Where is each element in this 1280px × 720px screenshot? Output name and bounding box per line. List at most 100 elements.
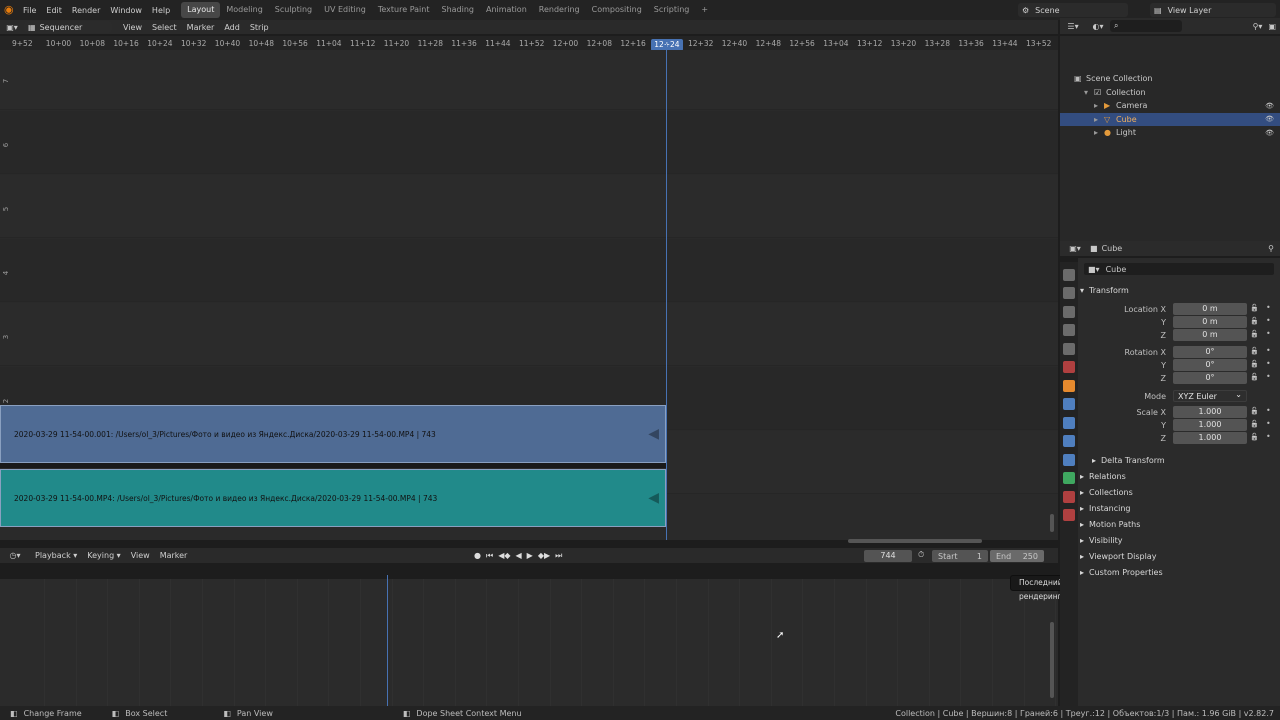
rotation-x-field[interactable]: 0°	[1173, 346, 1247, 358]
jump-start-icon[interactable]: ⏮	[486, 551, 493, 561]
sequencer-channel[interactable]: 4	[0, 239, 1058, 302]
tab-sculpting[interactable]: Sculpting	[269, 2, 318, 18]
sequencer-channel[interactable]: 6	[0, 111, 1058, 174]
keyframe-dot-icon[interactable]: •	[1266, 419, 1271, 428]
scale-y-field[interactable]: 1.000	[1173, 419, 1247, 432]
output-tab-icon[interactable]	[1063, 305, 1075, 318]
tab-layout[interactable]: Layout	[181, 2, 221, 18]
sequencer-menu-add[interactable]: Add	[219, 23, 245, 32]
pin-icon[interactable]: ⚲	[1268, 244, 1280, 253]
sequencer-vertical-scrollbar[interactable]	[1050, 514, 1054, 532]
panel-visibility[interactable]: ▸ Visibility	[1080, 533, 1123, 547]
timeline-menu-view[interactable]: View	[126, 551, 155, 560]
outliner-item-scene-collection[interactable]: ▣ Scene Collection	[1060, 72, 1280, 85]
eye-icon[interactable]: 👁	[1265, 129, 1280, 137]
properties-editor-icon[interactable]: ▣▾	[1060, 244, 1090, 253]
panel-instancing[interactable]: ▸ Instancing	[1080, 501, 1131, 515]
keyframe-dot-icon[interactable]: •	[1266, 303, 1271, 312]
location-x-field[interactable]: 0 m	[1173, 303, 1247, 315]
scale-z-field[interactable]: 1.000	[1173, 432, 1247, 445]
record-icon[interactable]: ●	[474, 551, 481, 560]
timeline-editor-type-icon[interactable]: ◷▾	[0, 551, 30, 560]
tab-uv-editing[interactable]: UV Editing	[318, 2, 372, 18]
keyframe-dot-icon[interactable]: •	[1266, 316, 1271, 325]
timeline-menu-marker[interactable]: Marker	[155, 551, 193, 560]
sequencer-strip-area[interactable]: 76543212020-03-29 11-54-00.001: /Users/o…	[0, 50, 1058, 540]
display-mode-icon[interactable]: ◐▾	[1086, 22, 1110, 31]
filter-icon[interactable]: ⚲▾	[1253, 22, 1269, 31]
menu-edit[interactable]: Edit	[41, 6, 67, 15]
strip-handle-icon[interactable]: ◀	[648, 490, 659, 506]
sequencer-strip[interactable]: 2020-03-29 11-54-00.MP4: /Users/ol_3/Pic…	[0, 469, 666, 527]
panel-motion-paths[interactable]: ▸ Motion Paths	[1080, 517, 1140, 531]
keyframe-dot-icon[interactable]: •	[1266, 432, 1271, 441]
particles-tab-icon[interactable]	[1063, 416, 1075, 429]
keyframe-dot-icon[interactable]: •	[1266, 346, 1271, 355]
sequencer-channel[interactable]: 5	[0, 175, 1058, 238]
lock-icon[interactable]: 🔓	[1250, 360, 1259, 368]
menu-window[interactable]: Window	[105, 6, 147, 15]
tab-scripting[interactable]: Scripting	[648, 2, 696, 18]
play-reverse-icon[interactable]: ◀	[516, 551, 522, 560]
panel-collections[interactable]: ▸ Collections	[1080, 485, 1133, 499]
keyframe-dot-icon[interactable]: •	[1266, 329, 1271, 338]
disclosure-triangle-icon[interactable]: ▸	[1094, 115, 1104, 124]
lock-icon[interactable]: 🔓	[1250, 433, 1259, 441]
lock-icon[interactable]: 🔓	[1250, 317, 1259, 325]
location-y-field[interactable]: 0 m	[1173, 316, 1247, 329]
disclosure-triangle-icon[interactable]: ▸	[1094, 101, 1104, 110]
menu-help[interactable]: Help	[147, 6, 175, 15]
jump-keyframe-back-icon[interactable]: ◀◆	[498, 551, 510, 560]
object-tab-icon[interactable]	[1063, 379, 1075, 392]
outliner-item-light[interactable]: ▸ ● Light 👁	[1060, 126, 1280, 139]
editor-type-icon[interactable]: ▣▾	[0, 23, 24, 32]
lock-icon[interactable]: 🔓	[1250, 304, 1259, 312]
view-layer-tab-icon[interactable]	[1063, 324, 1075, 336]
material-tab-icon[interactable]	[1063, 490, 1075, 503]
world-tab-icon[interactable]	[1063, 361, 1075, 373]
scene-tab-icon[interactable]	[1063, 342, 1075, 355]
rotation-y-field[interactable]: 0°	[1173, 359, 1247, 372]
sequencer-strip[interactable]: 2020-03-29 11-54-00.001: /Users/ol_3/Pic…	[0, 405, 666, 463]
scale-x-field[interactable]: 1.000	[1173, 406, 1247, 418]
menu-file[interactable]: File	[18, 6, 41, 15]
data-tab-icon[interactable]	[1063, 472, 1075, 484]
tab-modeling[interactable]: Modeling	[220, 2, 268, 18]
timeline-menu-keying[interactable]: Keying ▾	[82, 551, 125, 560]
sequencer-mode-dropdown[interactable]: ▦ Sequencer	[24, 21, 112, 33]
render-tab-icon[interactable]	[1063, 287, 1075, 299]
current-frame-field[interactable]: 744	[864, 550, 912, 562]
stopwatch-icon[interactable]: ⏱	[918, 550, 924, 560]
eye-icon[interactable]: 👁	[1265, 115, 1280, 123]
location-z-field[interactable]: 0 m	[1173, 329, 1247, 342]
sequencer-horizontal-scrollbar[interactable]	[848, 539, 982, 543]
end-frame-field[interactable]: End 250	[990, 550, 1044, 562]
start-frame-field[interactable]: Start 1	[932, 550, 988, 562]
new-collection-icon[interactable]: ▣	[1268, 22, 1280, 31]
menu-render[interactable]: Render	[67, 6, 105, 15]
sequencer-menu-marker[interactable]: Marker	[182, 23, 220, 32]
physics-tab-icon[interactable]	[1063, 435, 1075, 447]
strip-handle-icon[interactable]: ◀	[648, 426, 659, 442]
sequencer-timeline-ruler[interactable]: 9+52 10+00 10+08 10+16 10+24 10+32 10+40 10+48 1…	[0, 36, 1058, 50]
play-icon[interactable]: ▶	[527, 551, 533, 560]
outliner-search-input[interactable]: ⌕	[1110, 20, 1182, 32]
constraints-tab-icon[interactable]	[1063, 453, 1075, 466]
timeline-vertical-scrollbar[interactable]	[1050, 622, 1054, 698]
modifier-tab-icon[interactable]	[1063, 398, 1075, 410]
disclosure-triangle-icon[interactable]: ▸	[1094, 128, 1104, 137]
tab-rendering[interactable]: Rendering	[533, 2, 586, 18]
transform-panel-header[interactable]: ▾ Transform	[1080, 283, 1129, 297]
lock-icon[interactable]: 🔓	[1250, 347, 1259, 355]
delta-transform-header[interactable]: ▸ Delta Transform	[1092, 453, 1165, 467]
timeline-keyframe-area[interactable]	[0, 579, 1088, 706]
lock-icon[interactable]: 🔓	[1250, 330, 1259, 338]
rotation-z-field[interactable]: 0°	[1173, 372, 1247, 385]
sequencer-menu-strip[interactable]: Strip	[245, 23, 274, 32]
timeline-playhead[interactable]	[387, 575, 388, 706]
keyframe-dot-icon[interactable]: •	[1266, 406, 1271, 415]
lock-icon[interactable]: 🔓	[1250, 420, 1259, 428]
disclosure-triangle-icon[interactable]: ▾	[1084, 88, 1094, 97]
tab-animation[interactable]: Animation	[480, 2, 533, 18]
tool-tab-icon[interactable]	[1063, 268, 1075, 281]
